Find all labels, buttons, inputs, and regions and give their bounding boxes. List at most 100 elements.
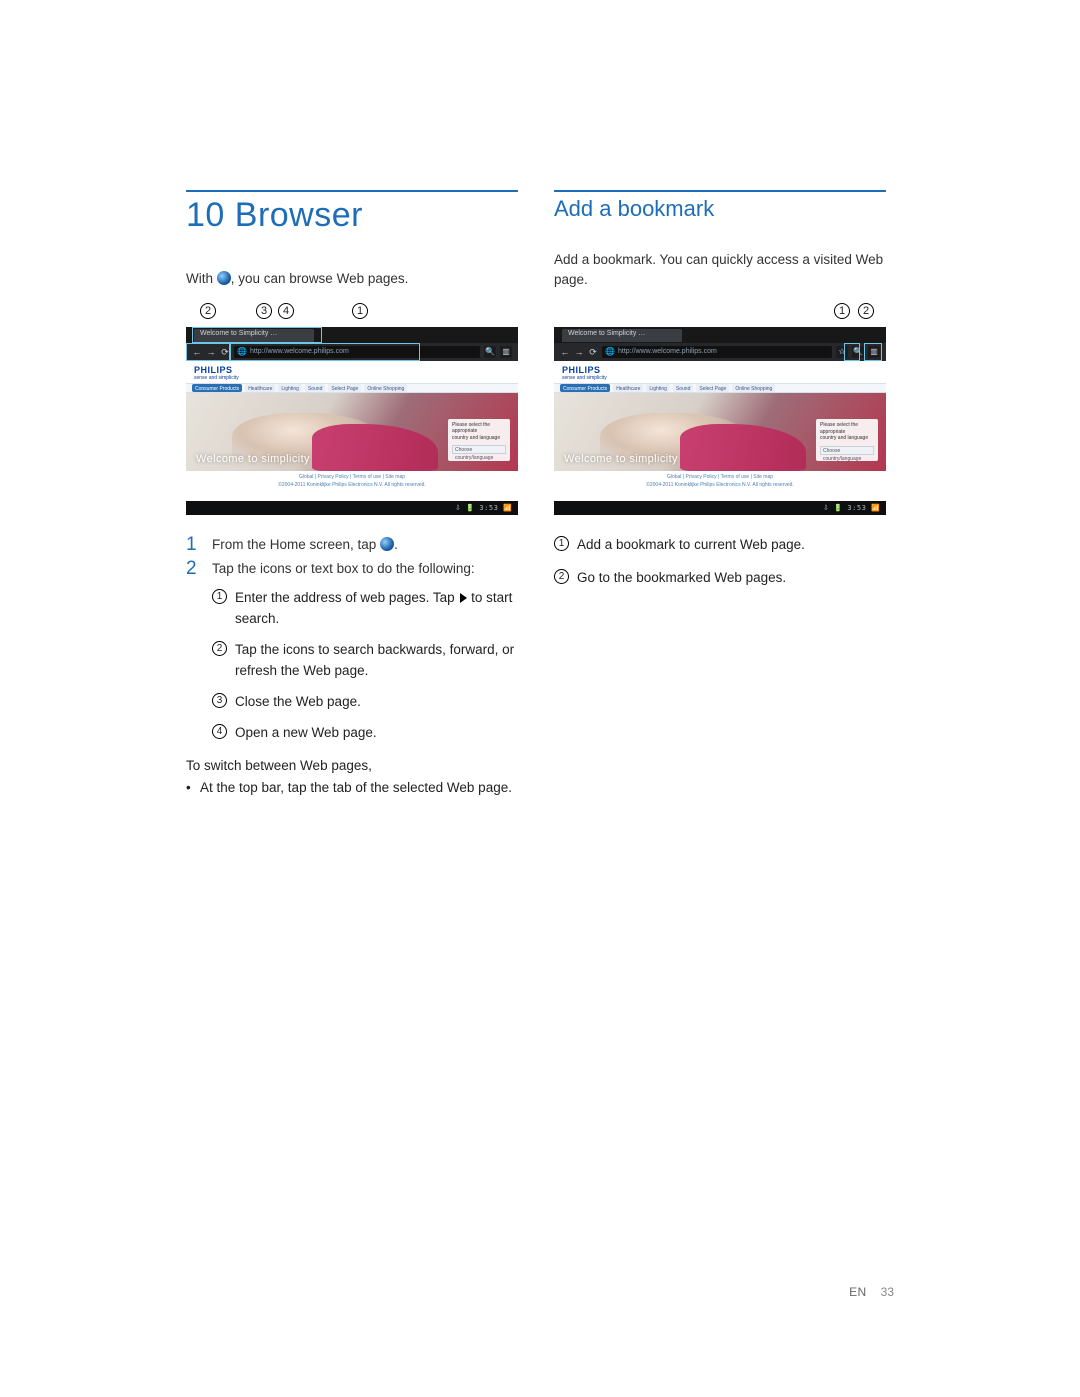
intro-before: With: [186, 271, 217, 286]
sys-icon: 📶: [503, 504, 512, 512]
section-rule: [554, 190, 886, 192]
substep-text: Tap the icons to search backwards, forwa…: [235, 640, 518, 682]
footer-lang: EN: [849, 1285, 866, 1299]
substep-num: 2: [212, 641, 227, 656]
callout-1: 1: [834, 303, 850, 319]
sys-icon: 🔋: [466, 504, 475, 512]
hero-box-line1: Please select the appropriate: [452, 422, 506, 435]
browser-toolbar: ← → ⟳ http://www.welcome.philips.com ☆ 🔍…: [554, 343, 886, 361]
clock: 3:53: [847, 504, 866, 512]
hero-text: Welcome to simplicity: [564, 453, 678, 465]
browser-globe-icon: [217, 271, 231, 285]
browser-toolbar: ← → ⟳ http://www.welcome.philips.com 🔍 ▥: [186, 343, 518, 361]
substep-text: Close the Web page.: [235, 692, 361, 713]
system-bar: ⇩ 🔋 3:53 📶: [554, 501, 886, 515]
step-number: 1: [186, 535, 200, 556]
nav-item: Online Shopping: [364, 384, 407, 392]
substep-num: 3: [212, 693, 227, 708]
substep-text: Open a new Web page.: [235, 723, 377, 744]
footer-copy: ©2004-2011 Koninklijke Philips Electroni…: [554, 481, 886, 489]
step-row: 1 From the Home screen, tap .: [186, 535, 518, 556]
hero-image: Welcome to simplicity Please select the …: [554, 393, 886, 471]
list-text: Go to the bookmarked Web pages.: [577, 568, 786, 589]
nav-item: Lighting: [646, 384, 670, 392]
sys-icon: ⇩: [455, 504, 461, 512]
browser-globe-icon: [380, 537, 394, 551]
screenshot-callouts-top: 1 2: [554, 303, 886, 329]
site-top-nav: Consumer Products Healthcare Lighting So…: [186, 383, 518, 393]
list-row: 1 Add a bookmark to current Web page.: [554, 535, 886, 556]
url-field: http://www.welcome.philips.com: [602, 346, 832, 358]
list-num: 2: [554, 569, 569, 584]
list-text: Add a bookmark to current Web page.: [577, 535, 805, 556]
hero-box-select: Choose country/language: [452, 445, 506, 454]
philips-tagline: sense and simplicity: [562, 375, 607, 381]
nav-item: Select Page: [328, 384, 361, 392]
nav-item: Sound: [673, 384, 693, 392]
site-footer: Global | Privacy Policy | Terms of use |…: [554, 473, 886, 489]
intro-text: Add a bookmark. You can quickly access a…: [554, 250, 886, 289]
list-num: 1: [554, 536, 569, 551]
substep-list: 1 Enter the address of web pages. Tap to…: [212, 588, 518, 744]
footer-copy: ©2004-2011 Koninklijke Philips Electroni…: [186, 481, 518, 489]
switch-heading: To switch between Web pages,: [186, 756, 518, 776]
callout-2: 2: [200, 303, 216, 319]
nav-item: Lighting: [278, 384, 302, 392]
refresh-icon: ⟳: [220, 347, 230, 357]
url-field: http://www.welcome.philips.com: [234, 346, 480, 358]
system-bar: ⇩ 🔋 3:53 📶: [186, 501, 518, 515]
sys-icon: ⇩: [823, 504, 829, 512]
bookmarks-icon: ▥: [868, 346, 880, 358]
philips-logo: PHILIPS: [562, 365, 601, 375]
substep-row: 2 Tap the icons to search backwards, for…: [212, 640, 518, 682]
bookmarks-icon: ▥: [500, 346, 512, 358]
hero-selector-box: Please select the appropriate country an…: [448, 419, 510, 461]
footer-links: Global | Privacy Policy | Terms of use |…: [186, 473, 518, 481]
search-icon: 🔍: [484, 346, 496, 358]
list-row: 2 Go to the bookmarked Web pages.: [554, 568, 886, 589]
nav-item: Online Shopping: [732, 384, 775, 392]
nav-item: Consumer Products: [192, 384, 242, 392]
sys-icon: 📶: [871, 504, 880, 512]
substep-text: Enter the address of web pages. Tap to s…: [235, 588, 518, 630]
step-text: Tap the icons or text box to do the foll…: [212, 559, 475, 580]
nav-item: Healthcare: [613, 384, 643, 392]
hero-image: Welcome to simplicity Please select the …: [186, 393, 518, 471]
callout-1: 1: [352, 303, 368, 319]
substep-row: 1 Enter the address of web pages. Tap to…: [212, 588, 518, 630]
hero-box-select: Choose country/language: [820, 446, 874, 455]
substep-row: 3 Close the Web page.: [212, 692, 518, 713]
forward-icon: →: [574, 347, 584, 357]
hero-box-line1: Please select the appropriate: [820, 422, 874, 435]
bookmark-callout-list: 1 Add a bookmark to current Web page. 2 …: [554, 535, 886, 589]
callout-4: 4: [278, 303, 294, 319]
hero-text: Welcome to simplicity: [196, 453, 310, 465]
hero-box-line2: country and language: [452, 435, 506, 442]
forward-icon: →: [206, 347, 216, 357]
search-icon: 🔍: [852, 346, 864, 358]
nav-item: Healthcare: [245, 384, 275, 392]
screenshot-callouts-top: 2 3 4 1: [186, 303, 518, 329]
clock: 3:53: [479, 504, 498, 512]
philips-tagline: sense and simplicity: [194, 375, 239, 381]
page-footer: EN33: [849, 1285, 894, 1299]
hero-selector-box: Please select the appropriate country an…: [816, 419, 878, 461]
refresh-icon: ⟳: [588, 347, 598, 357]
back-icon: ←: [560, 347, 570, 357]
switch-section: To switch between Web pages, At the top …: [186, 756, 518, 799]
substep-row: 4 Open a new Web page.: [212, 723, 518, 744]
step-number: 2: [186, 559, 200, 580]
browser-screenshot-right: Welcome to Simplicity … ← → ⟳ http://www…: [554, 327, 886, 515]
chapter-title: 10 Browser: [186, 196, 518, 235]
step-text: From the Home screen, tap .: [212, 535, 398, 556]
intro-after: , you can browse Web pages.: [231, 271, 409, 286]
substep-num: 1: [212, 589, 227, 604]
switch-bullet: At the top bar, tap the tab of the selec…: [186, 778, 518, 798]
back-icon: ←: [192, 347, 202, 357]
browser-tab: Welcome to Simplicity …: [194, 329, 314, 342]
intro-text: With , you can browse Web pages.: [186, 269, 518, 289]
nav-item: Sound: [305, 384, 325, 392]
site-top-nav: Consumer Products Healthcare Lighting So…: [554, 383, 886, 393]
nav-item: Select Page: [696, 384, 729, 392]
nav-item: Consumer Products: [560, 384, 610, 392]
